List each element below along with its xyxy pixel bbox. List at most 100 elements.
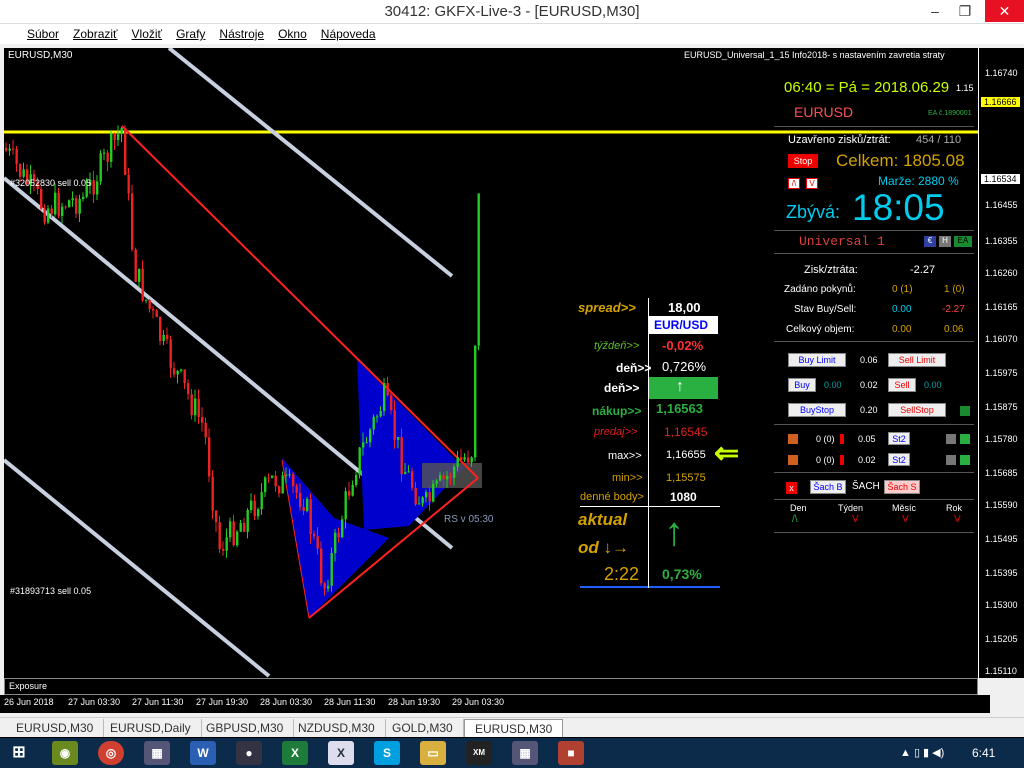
- aktual-percent: 0,73%: [662, 566, 702, 582]
- candle-body: [397, 437, 400, 440]
- candle-body: [8, 148, 11, 151]
- app-icon-11[interactable]: ▦: [512, 741, 538, 765]
- buy-stop-button[interactable]: BuyStop: [788, 403, 846, 417]
- tab-gold-m30[interactable]: GOLD,M30: [382, 719, 464, 737]
- candle-body: [106, 152, 109, 162]
- left-arrow-icon: ⇐: [714, 437, 740, 470]
- order-label-1[interactable]: #32052830 sell 0.05: [10, 178, 91, 188]
- max-value: 1,16655: [666, 449, 706, 461]
- st2-button-1[interactable]: St2: [888, 432, 910, 445]
- minus-toggle-1[interactable]: [788, 434, 798, 444]
- menu-grafy[interactable]: Grafy: [169, 24, 212, 41]
- order-label-2[interactable]: #31893713 sell 0.05: [10, 586, 91, 596]
- sell-limit-button[interactable]: Sell Limit: [888, 353, 946, 367]
- row2-orders: 0 (0): [816, 455, 835, 465]
- buy-limit-button[interactable]: Buy Limit: [788, 353, 846, 367]
- euro-badge[interactable]: €: [924, 236, 936, 247]
- candle-body: [64, 206, 67, 208]
- candle-body: [40, 188, 43, 209]
- tab-nzdusd-m30[interactable]: NZDUSD,M30: [288, 719, 386, 737]
- buy-button[interactable]: Buy: [788, 378, 816, 392]
- price-tick: 1.15780: [985, 434, 1018, 444]
- sell-price-field[interactable]: 0.00: [924, 380, 942, 390]
- app-icon-1[interactable]: ◉: [52, 741, 78, 765]
- green-toggle-2[interactable]: [960, 434, 970, 444]
- explorer-icon[interactable]: ▭: [420, 741, 446, 765]
- candle-body: [204, 422, 207, 438]
- candle-body: [47, 208, 50, 223]
- candle-body: [309, 499, 312, 534]
- menu-subor[interactable]: Súbor: [20, 24, 66, 41]
- candle-body: [124, 127, 127, 175]
- buy-limit-lot[interactable]: 0.06: [860, 355, 878, 365]
- candle-body: [208, 437, 211, 477]
- price-chart[interactable]: EURUSD,M30 EURUSD_Universal_1_15 Info201…: [4, 48, 978, 678]
- menu-vlozit[interactable]: Vložiť: [125, 24, 170, 41]
- tab-eurusd-m30-active[interactable]: EURUSD,M30: [464, 719, 564, 737]
- app-icon-5[interactable]: ●: [236, 741, 262, 765]
- tab-gbpusd-m30[interactable]: GBPUSD,M30: [196, 719, 295, 737]
- maximize-button[interactable]: ❐: [950, 0, 980, 22]
- metatrader-icon[interactable]: X: [328, 741, 354, 765]
- skype-icon[interactable]: S: [374, 741, 400, 765]
- sach-b-button[interactable]: Šach B: [810, 480, 846, 494]
- chart-symbol-label[interactable]: EURUSD,M30: [8, 50, 72, 61]
- minimize-button[interactable]: –: [920, 0, 950, 22]
- xm-icon[interactable]: XM: [466, 741, 492, 765]
- close-button[interactable]: ✕: [985, 0, 1024, 22]
- up-toggle-icon[interactable]: /\: [788, 178, 800, 189]
- panel-divider-2: [774, 230, 974, 231]
- candle-body: [369, 429, 372, 443]
- close-x-button[interactable]: x: [786, 482, 797, 494]
- price-tick: 1.15110: [985, 666, 1017, 676]
- candle-body: [320, 548, 323, 584]
- down-toggle-icon[interactable]: V: [806, 178, 818, 189]
- menu-okno[interactable]: Okno: [271, 24, 314, 41]
- row2-lot[interactable]: 0.02: [858, 455, 876, 465]
- h-badge[interactable]: H: [939, 236, 951, 247]
- green-toggle-1[interactable]: [960, 406, 970, 416]
- channel-line-lower: [4, 458, 271, 678]
- stop-button[interactable]: Stop: [788, 154, 818, 168]
- menu-zobrazit[interactable]: Zobraziť: [66, 24, 125, 41]
- chrome-icon[interactable]: ◎: [98, 741, 124, 765]
- ea-badge[interactable]: EA: [954, 236, 972, 247]
- buy-stop-lot[interactable]: 0.20: [860, 405, 878, 415]
- price-tick: 1.15875: [985, 402, 1018, 412]
- taskbar-clock[interactable]: 6:41: [972, 746, 995, 760]
- menu-napoveda[interactable]: Nápoveda: [314, 24, 383, 41]
- tab-eurusd-daily[interactable]: EURUSD,Daily: [100, 719, 202, 737]
- app-icon-3[interactable]: ▦: [144, 741, 170, 765]
- period-rok: Rok: [946, 503, 963, 513]
- grey-toggle-2[interactable]: [946, 455, 956, 465]
- word-icon[interactable]: W: [190, 741, 216, 765]
- excel-icon[interactable]: X: [282, 741, 308, 765]
- time-axis: 26 Jun 2018 27 Jun 03:30 27 Jun 11:30 27…: [0, 695, 990, 713]
- minus-toggle-2[interactable]: [788, 455, 798, 465]
- candle-body: [474, 345, 477, 458]
- grey-toggle-1[interactable]: [946, 434, 956, 444]
- sell-stop-button[interactable]: SellStop: [888, 403, 946, 417]
- week-value: -0,02%: [662, 338, 704, 353]
- row1-lot[interactable]: 0.05: [858, 434, 876, 444]
- day-label: deň>>: [616, 361, 652, 375]
- tab-eurusd-m30[interactable]: EURUSD,M30: [6, 719, 105, 737]
- mesic-trend-icon: V: [902, 514, 909, 525]
- windows-start-icon[interactable]: ⊞: [6, 741, 32, 765]
- tray-icons[interactable]: ▲ ▯ ▮ ◀): [900, 746, 944, 759]
- buy-lot[interactable]: 0.02: [860, 380, 878, 390]
- candle-body: [187, 383, 190, 395]
- menu-nastroje[interactable]: Nástroje: [212, 24, 271, 41]
- buy-price-field[interactable]: 0.00: [824, 380, 842, 390]
- candle-body: [330, 553, 333, 586]
- st2-button-2[interactable]: St2: [888, 453, 910, 466]
- candle-body: [12, 148, 15, 150]
- app-icon-12[interactable]: ■: [558, 741, 584, 765]
- celkem-total: Celkem: 1805.08: [836, 151, 965, 170]
- sell-button[interactable]: Sell: [888, 378, 916, 392]
- candle-body: [418, 503, 421, 505]
- panel-dt-suffix: 1.15: [956, 83, 974, 93]
- sach-s-button[interactable]: Šach S: [884, 480, 920, 494]
- aktual-time: 2:22: [604, 564, 640, 584]
- green-toggle-3[interactable]: [960, 455, 970, 465]
